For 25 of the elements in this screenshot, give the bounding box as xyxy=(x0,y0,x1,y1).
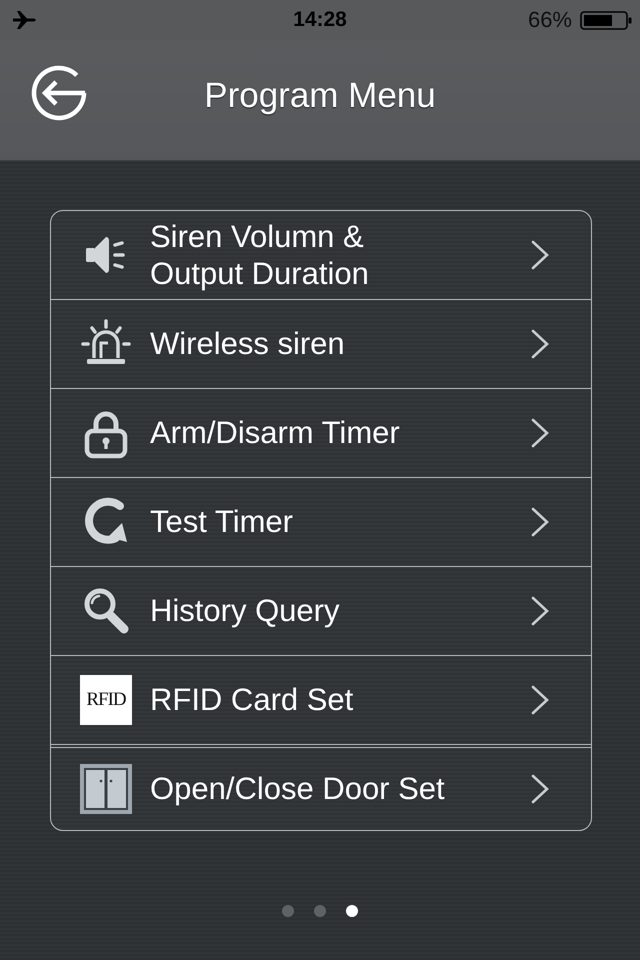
page-dot[interactable] xyxy=(282,905,294,917)
menu-item[interactable]: Siren Volumn & Output Duration xyxy=(51,211,591,299)
status-time: 14:28 xyxy=(293,8,347,32)
chevron-icon xyxy=(531,507,549,537)
menu-item[interactable]: History Query xyxy=(51,566,591,655)
chevron-icon xyxy=(531,596,549,626)
page-dot[interactable] xyxy=(346,905,358,917)
menu-item[interactable]: Arm/Disarm Timer xyxy=(51,388,591,477)
chevron-icon xyxy=(531,774,549,804)
menu-item[interactable]: Test Timer xyxy=(51,477,591,566)
battery-percent: 66% xyxy=(528,7,572,33)
rfid-logo: RFID xyxy=(80,675,132,725)
back-button[interactable] xyxy=(30,64,88,122)
menu-item[interactable]: Wireless siren xyxy=(51,299,591,388)
chevron-icon xyxy=(531,418,549,448)
chevron-icon xyxy=(531,240,549,270)
page-dot[interactable] xyxy=(314,905,326,917)
screen-title: Program Menu xyxy=(204,76,436,117)
menu-item[interactable]: Open/Close Door Set xyxy=(51,744,591,830)
menu-item[interactable]: RFID RFID Card Set xyxy=(51,655,591,744)
airplane-mode-icon xyxy=(12,10,38,30)
battery-icon xyxy=(580,10,632,30)
chevron-icon xyxy=(531,685,549,715)
double-door-icon xyxy=(80,763,132,815)
chevron-icon xyxy=(531,329,549,359)
